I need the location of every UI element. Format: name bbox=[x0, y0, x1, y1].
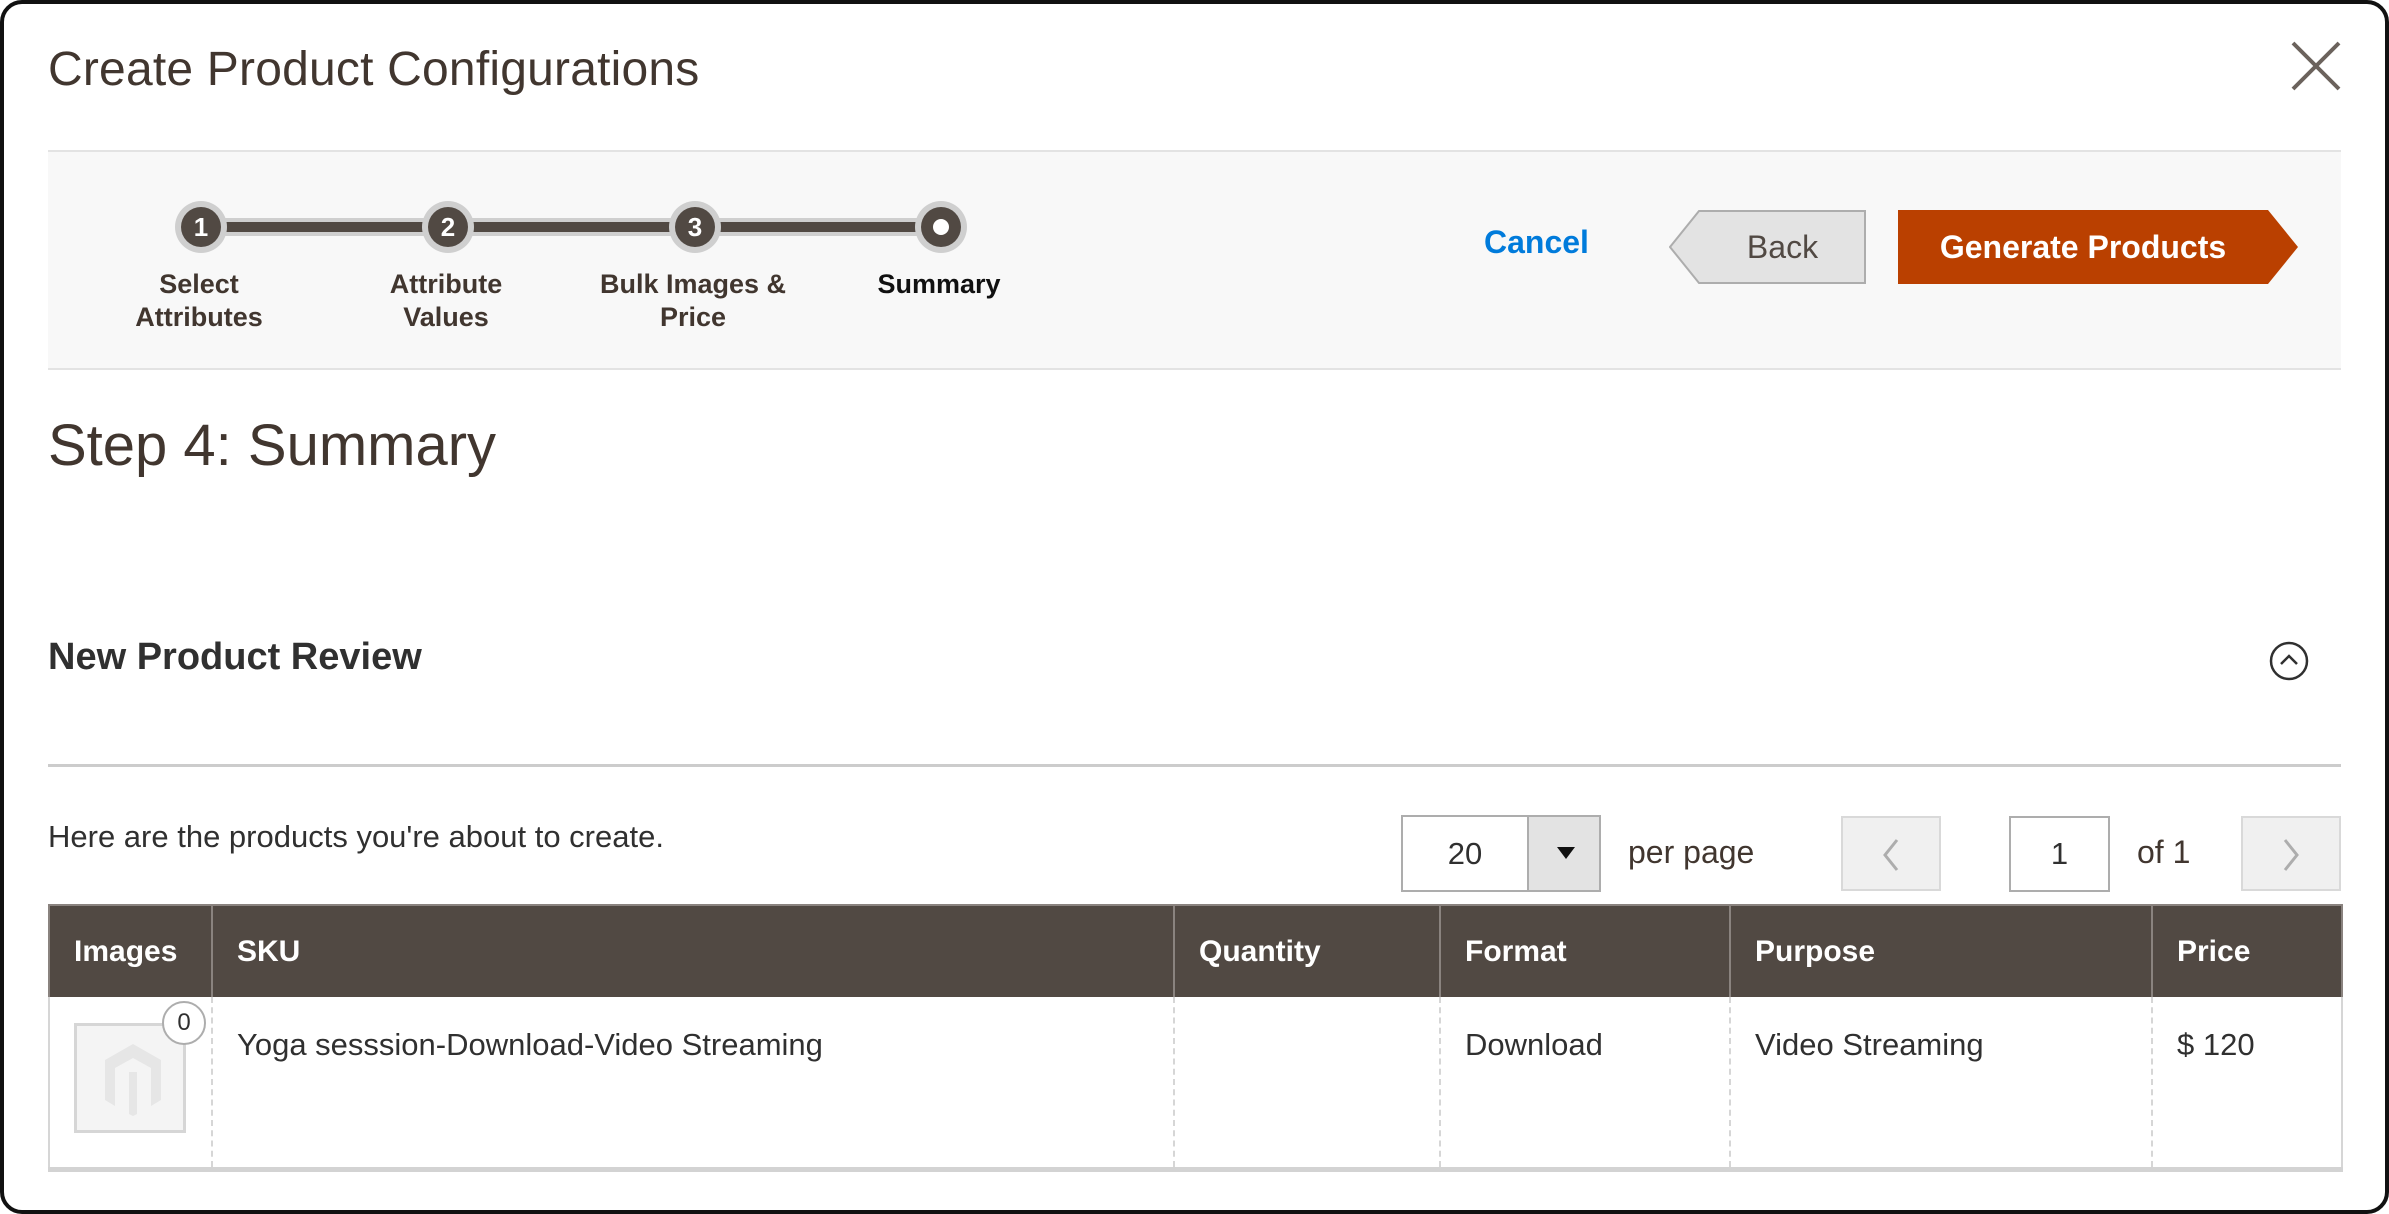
generate-products-button[interactable]: Generate Products bbox=[1898, 210, 2298, 284]
chevron-left-icon bbox=[1883, 839, 1899, 871]
close-icon bbox=[2291, 41, 2341, 91]
section-title: New Product Review bbox=[48, 636, 422, 678]
step-label: Summary bbox=[877, 269, 1001, 299]
column-header-images: Images bbox=[48, 904, 213, 997]
previous-page-button[interactable] bbox=[1841, 816, 1941, 891]
modal-window: Create Product Configurations 1 Select A… bbox=[0, 0, 2389, 1214]
column-header-quantity: Quantity bbox=[1173, 904, 1441, 997]
step-number: 2 bbox=[428, 207, 468, 247]
chevron-right-icon bbox=[2283, 839, 2299, 871]
table-row: 0 Yoga sesssion-Download-Video Streaming… bbox=[48, 997, 2343, 1172]
step-label: Attribute Values bbox=[389, 269, 503, 332]
format-cell: Download bbox=[1439, 997, 1731, 1172]
per-page-select[interactable]: 20 bbox=[1401, 815, 1601, 892]
caret-down-icon bbox=[1557, 847, 1575, 859]
purpose-cell: Video Streaming bbox=[1729, 997, 2153, 1172]
intro-text: Here are the products you're about to cr… bbox=[48, 819, 664, 854]
back-button-label: Back bbox=[1746, 229, 1819, 265]
step-label: Select Attributes bbox=[135, 269, 263, 332]
collapse-section-button[interactable] bbox=[2268, 640, 2310, 682]
close-button[interactable] bbox=[2289, 39, 2343, 93]
generate-button-label: Generate Products bbox=[1939, 229, 2227, 265]
back-button[interactable]: Back bbox=[1669, 210, 1866, 284]
table-header-row: Images SKU Quantity Format Purpose Price bbox=[48, 904, 2343, 997]
column-header-purpose: Purpose bbox=[1729, 904, 2153, 997]
step-title: Step 4: Summary bbox=[48, 413, 497, 478]
quantity-cell bbox=[1173, 997, 1441, 1172]
per-page-dropdown-button[interactable] bbox=[1527, 817, 1599, 890]
page-count-label: of 1 bbox=[2137, 834, 2191, 870]
next-page-button[interactable] bbox=[2241, 816, 2341, 891]
step-label: Bulk Images & Price bbox=[599, 269, 787, 332]
column-header-sku: SKU bbox=[211, 904, 1175, 997]
image-cell: 0 bbox=[48, 997, 213, 1172]
column-header-price: Price bbox=[2151, 904, 2343, 997]
products-table: Images SKU Quantity Format Purpose Price bbox=[48, 904, 2343, 1172]
per-page-label: per page bbox=[1628, 834, 1755, 870]
cancel-button[interactable]: Cancel bbox=[1484, 224, 1589, 261]
step-track bbox=[199, 222, 939, 232]
magento-logo-icon bbox=[105, 1044, 161, 1116]
current-step-dot bbox=[921, 207, 961, 247]
price-cell: $ 120 bbox=[2151, 997, 2343, 1172]
per-page-value: 20 bbox=[1447, 836, 1483, 871]
page-number-input[interactable] bbox=[2009, 816, 2110, 892]
step-number: 1 bbox=[181, 207, 221, 247]
image-count-badge: 0 bbox=[162, 1001, 206, 1045]
modal-title: Create Product Configurations bbox=[48, 43, 700, 96]
section-divider bbox=[48, 764, 2341, 767]
chevron-up-circle-icon bbox=[2269, 641, 2309, 681]
step-number: 3 bbox=[675, 207, 715, 247]
sku-cell: Yoga sesssion-Download-Video Streaming bbox=[211, 997, 1175, 1172]
column-header-format: Format bbox=[1439, 904, 1731, 997]
